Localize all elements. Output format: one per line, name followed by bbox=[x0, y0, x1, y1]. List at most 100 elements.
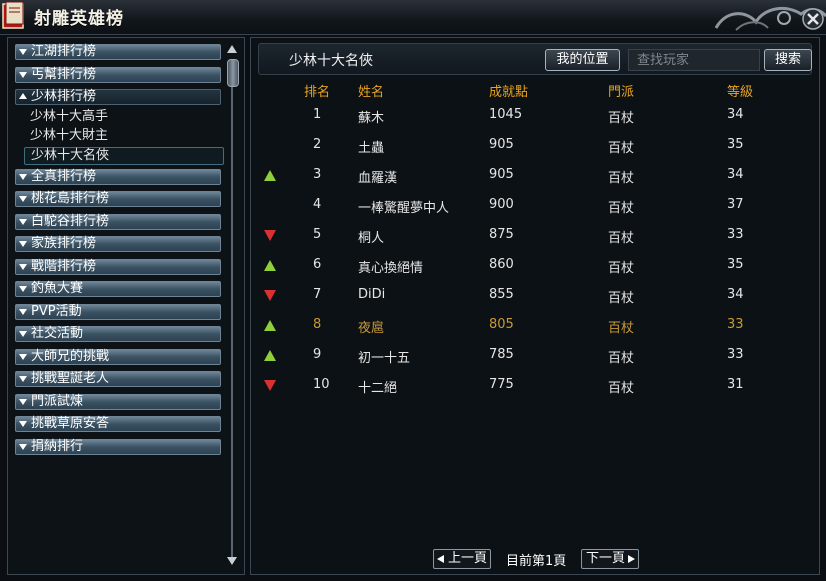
category-label: 門派試煉 bbox=[31, 393, 84, 409]
rank-cell: 9 bbox=[313, 347, 322, 362]
category-label: 全真排行榜 bbox=[31, 168, 97, 184]
category-item[interactable]: 桃花島排行榜 bbox=[15, 191, 221, 207]
trend-down-icon bbox=[264, 230, 276, 241]
category-item[interactable]: 丐幫排行榜 bbox=[15, 66, 221, 83]
table-row[interactable]: 1 蘇木 1045 百杖 34 bbox=[251, 101, 819, 131]
score-cell: 855 bbox=[489, 287, 514, 302]
category-label: 江湖排行榜 bbox=[31, 44, 97, 59]
category-label: 捐納排行 bbox=[31, 438, 84, 454]
trend-down-icon bbox=[264, 380, 276, 391]
scrollbar-track[interactable] bbox=[231, 70, 233, 558]
rank-cell: 6 bbox=[313, 257, 322, 272]
chevron-down-icon bbox=[19, 443, 27, 450]
leaderboard-window: 射雕英雄榜 江湖排行榜丐幫排行榜少林排行榜少林十大高手 少林十大財主少林十大名俠全… bbox=[0, 0, 826, 581]
category-item[interactable]: 挑戰聖誕老人 bbox=[15, 371, 221, 387]
my-position-button[interactable]: 我的位置 bbox=[545, 49, 620, 71]
level-cell: 35 bbox=[727, 137, 744, 152]
name-cell: 十二絕 bbox=[358, 381, 398, 396]
scrollbar-thumb[interactable] bbox=[227, 59, 239, 87]
rank-cell: 2 bbox=[313, 137, 322, 152]
name-cell: 真心換絕情 bbox=[358, 261, 424, 276]
table-row[interactable]: 7 DiDi 855 百杖 34 bbox=[251, 281, 819, 311]
trend-down-icon bbox=[264, 290, 276, 301]
name-cell: 血羅漢 bbox=[358, 171, 398, 186]
ranking-header: 少林十大名俠 我的位置 搜索 bbox=[258, 43, 812, 75]
subcategory-item[interactable]: 少林十大財主 bbox=[30, 128, 108, 144]
table-row[interactable]: 6 真心換絕情 860 百杖 35 bbox=[251, 251, 819, 281]
category-item[interactable]: 全真排行榜 bbox=[15, 168, 221, 185]
table-row[interactable]: 10 十二絕 775 百杖 31 bbox=[251, 371, 819, 401]
category-item[interactable]: 戰階排行榜 bbox=[15, 258, 221, 275]
window-title: 射雕英雄榜 bbox=[34, 9, 124, 29]
sect-cell: 百杖 bbox=[608, 321, 635, 336]
category-item[interactable]: 大師兄的挑戰 bbox=[15, 348, 221, 365]
rank-cell: 3 bbox=[313, 167, 322, 182]
table-row[interactable]: 3 血羅漢 905 百杖 34 bbox=[251, 161, 819, 191]
close-icon[interactable] bbox=[802, 8, 824, 30]
category-label: PVP活動 bbox=[31, 303, 82, 319]
scroll-down-arrow-icon[interactable] bbox=[226, 556, 238, 566]
table-row[interactable]: 8 夜扈 805 百杖 33 bbox=[251, 311, 819, 341]
trend-up-icon bbox=[264, 320, 276, 331]
category-item[interactable]: 白駝谷排行榜 bbox=[15, 213, 221, 230]
score-cell: 905 bbox=[489, 137, 514, 152]
chevron-down-icon bbox=[19, 263, 27, 270]
category-label: 釣魚大賽 bbox=[31, 281, 84, 296]
prev-page-label: 上一頁 bbox=[448, 551, 488, 566]
category-item[interactable]: 江湖排行榜 bbox=[15, 44, 221, 60]
category-label: 桃花島排行榜 bbox=[31, 191, 110, 206]
trend-up-icon bbox=[264, 350, 276, 361]
chevron-down-icon bbox=[19, 308, 27, 315]
sect-cell: 百杖 bbox=[608, 141, 635, 156]
score-cell: 900 bbox=[489, 197, 514, 212]
category-item[interactable]: 少林排行榜 bbox=[15, 89, 221, 105]
next-page-label: 下一頁 bbox=[586, 551, 626, 566]
table-row[interactable]: 2 土蟲 905 百杖 35 bbox=[251, 131, 819, 161]
title-bar[interactable]: 射雕英雄榜 bbox=[0, 0, 826, 35]
level-cell: 34 bbox=[727, 167, 744, 182]
chevron-down-icon bbox=[19, 241, 27, 247]
rank-cell: 5 bbox=[313, 227, 322, 242]
scroll-up-arrow-icon[interactable] bbox=[226, 44, 238, 54]
sect-cell: 百杖 bbox=[608, 291, 635, 306]
table-row[interactable]: 5 桐人 875 百杖 33 bbox=[251, 221, 819, 251]
subcategory-item[interactable]: 少林十大名俠 bbox=[24, 146, 224, 165]
score-cell: 775 bbox=[489, 377, 514, 392]
category-label: 挑戰聖誕老人 bbox=[31, 371, 110, 386]
category-item[interactable]: 挑戰草原安答 bbox=[15, 416, 221, 432]
search-input[interactable] bbox=[628, 49, 760, 71]
name-cell: 桐人 bbox=[358, 231, 385, 246]
category-item[interactable]: 釣魚大賽 bbox=[15, 281, 221, 297]
subcategory-item[interactable]: 少林十大高手 bbox=[30, 109, 108, 125]
category-item[interactable]: 社交活動 bbox=[15, 326, 221, 342]
prev-page-button[interactable]: 上一頁 bbox=[433, 549, 491, 569]
category-label: 挑戰草原安答 bbox=[31, 416, 110, 431]
category-item[interactable]: 捐納排行 bbox=[15, 438, 221, 455]
table-row[interactable]: 9 初一十五 785 百杖 33 bbox=[251, 341, 819, 371]
column-sect: 門派 bbox=[608, 85, 635, 100]
level-cell: 34 bbox=[727, 287, 744, 302]
search-button[interactable]: 搜索 bbox=[764, 49, 812, 71]
category-label: 家族排行榜 bbox=[31, 236, 97, 251]
chevron-down-icon bbox=[19, 286, 27, 292]
sect-cell: 百杖 bbox=[608, 381, 635, 396]
name-cell: DiDi bbox=[358, 287, 386, 302]
chevron-down-icon bbox=[19, 218, 27, 225]
category-item[interactable]: 門派試煉 bbox=[15, 393, 221, 410]
chevron-up-icon bbox=[19, 93, 27, 99]
sect-cell: 百杖 bbox=[608, 261, 635, 276]
category-item[interactable]: 家族排行榜 bbox=[15, 236, 221, 252]
current-page: 目前第1頁 bbox=[506, 554, 567, 569]
sect-cell: 百杖 bbox=[608, 351, 635, 366]
chevron-down-icon bbox=[19, 376, 27, 382]
category-item[interactable]: PVP活動 bbox=[15, 303, 221, 320]
table-row[interactable]: 4 一棒驚醒夢中人 900 百杖 37 bbox=[251, 191, 819, 221]
trend-up-icon bbox=[264, 260, 276, 271]
category-label: 大師兄的挑戰 bbox=[31, 348, 110, 364]
name-cell: 夜扈 bbox=[358, 321, 385, 336]
level-cell: 37 bbox=[727, 197, 744, 212]
chevron-down-icon bbox=[19, 353, 27, 360]
category-label: 白駝谷排行榜 bbox=[31, 213, 110, 229]
next-page-button[interactable]: 下一頁 bbox=[581, 549, 639, 569]
chevron-down-icon bbox=[19, 49, 27, 55]
